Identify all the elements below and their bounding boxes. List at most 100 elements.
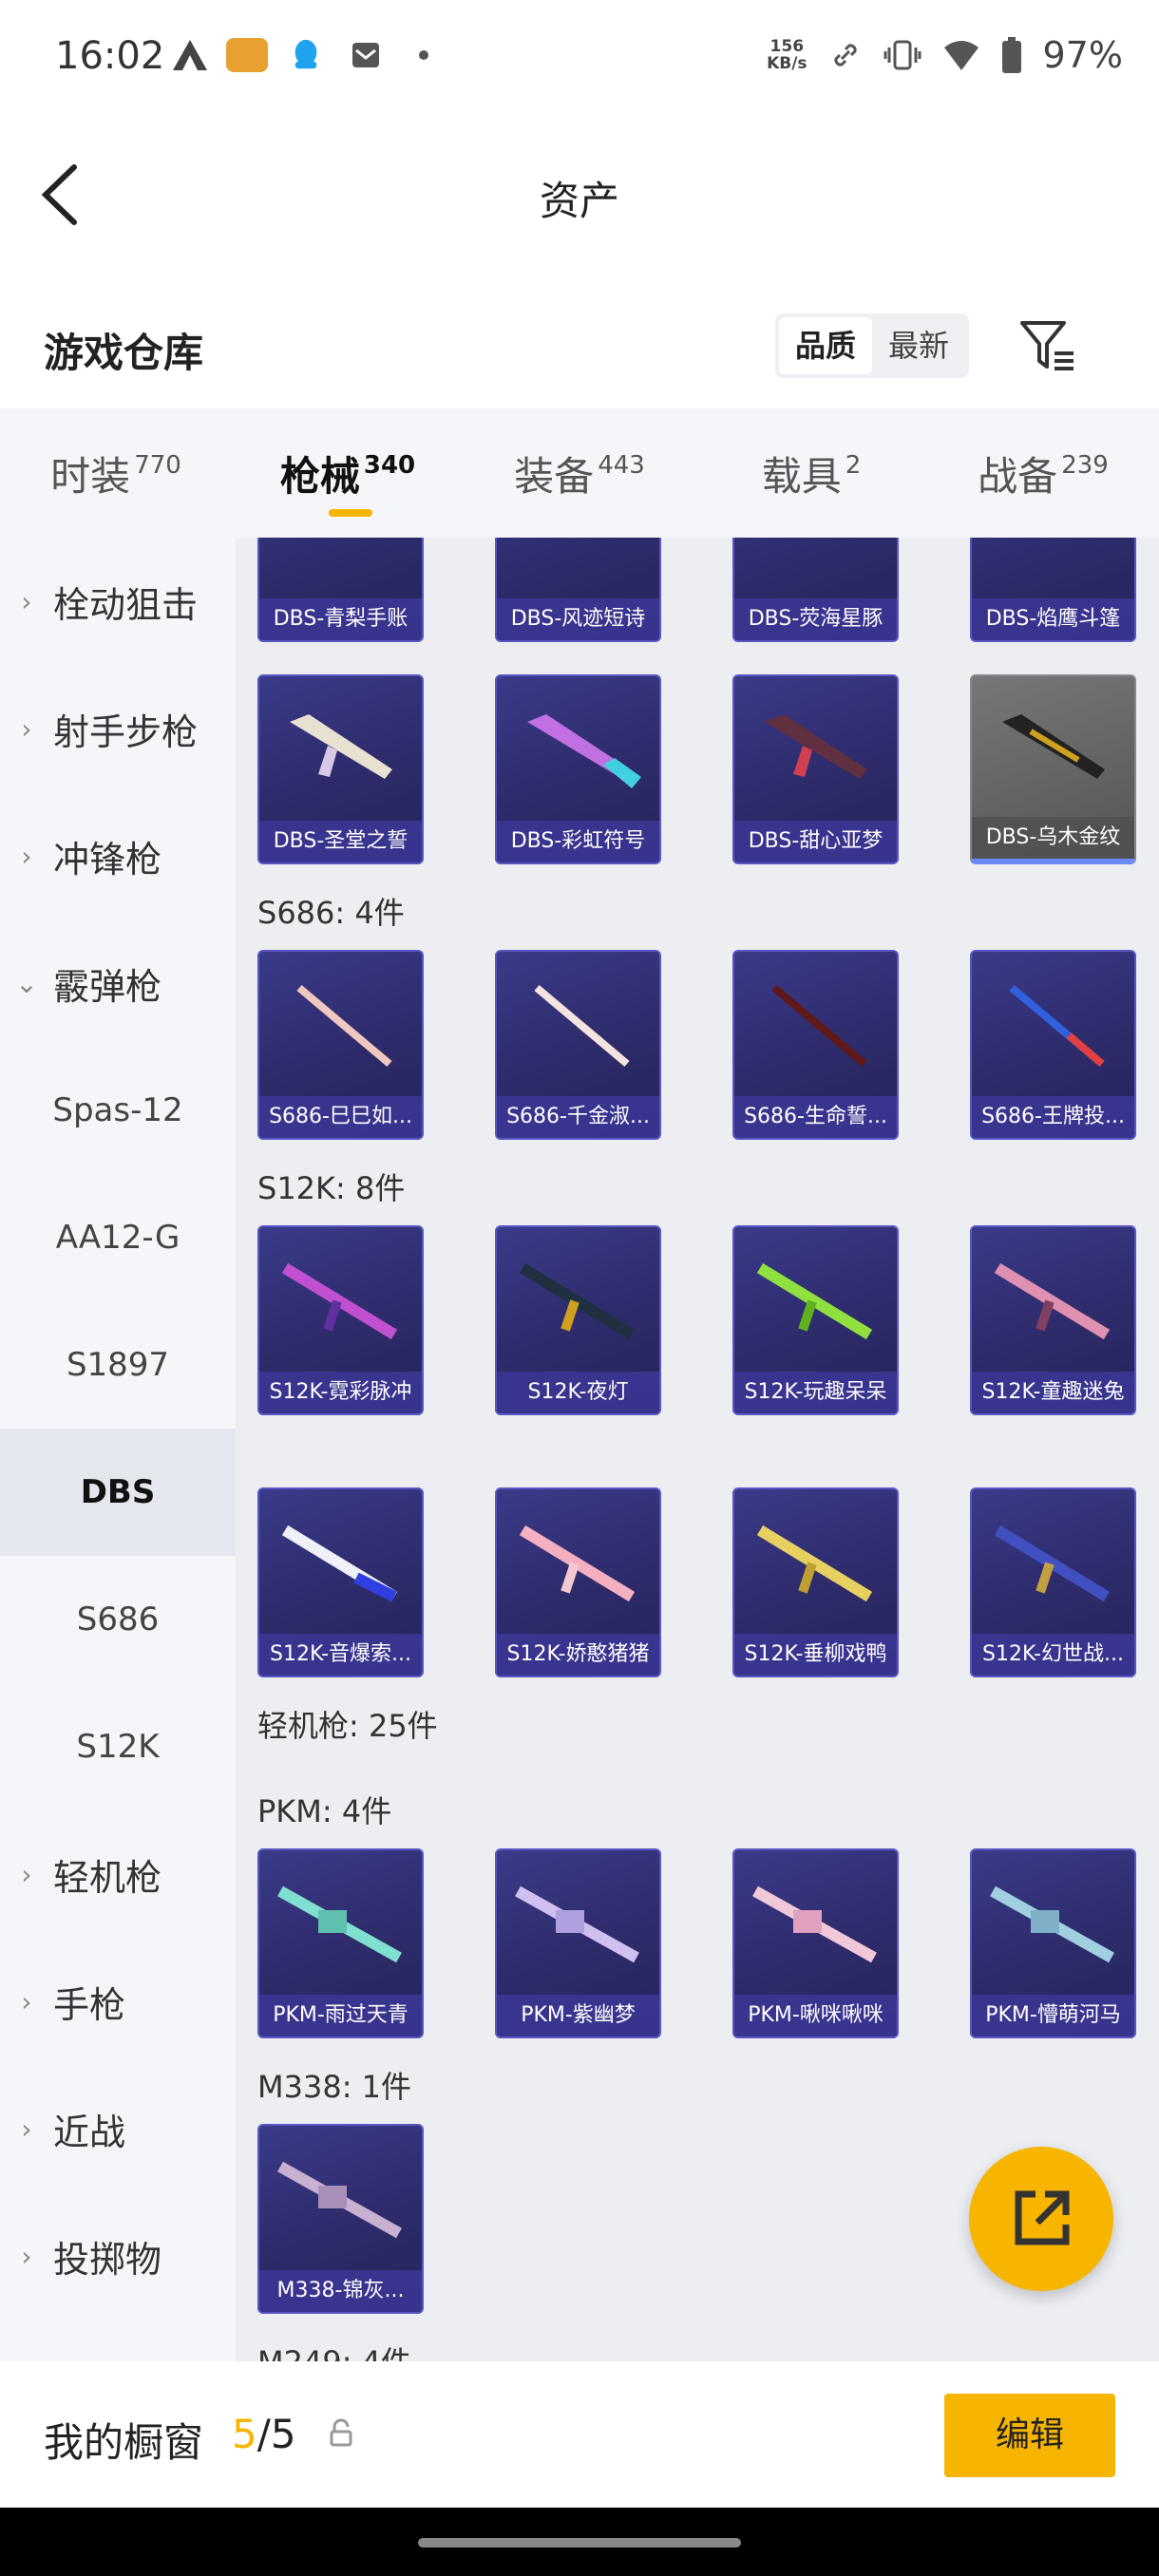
status-bar: 16:02 156 KB/s 97% (0, 0, 1159, 114)
weapon-card-label: DBS-风迹短诗 (497, 598, 659, 640)
sidebar-item-s686[interactable]: S686 (0, 1556, 236, 1683)
weapon-card[interactable]: DBS-圣堂之誓 (257, 674, 424, 864)
shotgun-icon (765, 714, 867, 779)
weapon-card-label: DBS-焰鹰斗篷 (972, 598, 1134, 640)
sidebar-item-s1897[interactable]: S1897 (0, 1301, 236, 1429)
sidebar-item-smg[interactable]: › 冲锋枪 (0, 792, 236, 919)
external-link-icon (1015, 2190, 1070, 2245)
weapon-card[interactable]: PKM-雨过天青 (257, 1848, 424, 2038)
weapon-card-label: S12K-垂柳戏鸭 (734, 1634, 897, 1676)
network-speed: 156 KB/s (767, 37, 808, 73)
weapon-card[interactable]: S12K-音爆索... (257, 1487, 424, 1677)
vibrate-icon (884, 40, 922, 70)
weapon-card[interactable]: M338-锦灰... (257, 2124, 424, 2314)
rifle-icon (756, 1262, 873, 1340)
mail-icon (352, 43, 379, 67)
weapon-card-label: S12K-夜灯 (497, 1372, 659, 1413)
sidebar-item-shotgun[interactable]: ⌄ 霰弹枪 (0, 919, 236, 1047)
sort-quality-button[interactable]: 品质 (779, 317, 872, 374)
weapon-card[interactable]: DBS-焰鹰斗篷 (970, 538, 1136, 642)
weapon-card[interactable]: S12K-幻世战... (970, 1487, 1136, 1677)
sort-latest-button[interactable]: 最新 (872, 317, 965, 374)
weapon-card[interactable]: PKM-啾咪啾咪 (732, 1848, 899, 2038)
section-title-m249: M249: 4件 (257, 2339, 411, 2361)
weapon-type-sidebar: › 栓动狙击 › 射手步枪 › 冲锋枪 ⌄ 霰弹枪 Spas-12 AA12-G S18… (0, 538, 236, 2361)
weapon-card-label: DBS-彩虹符号 (497, 821, 659, 862)
sidebar-item-lmg[interactable]: › 轻机枪 (0, 1810, 236, 1938)
machine-gun-icon (990, 1885, 1114, 1963)
section-title-m338: M338: 1件 (257, 2069, 412, 2105)
page-title: 资产 (539, 178, 619, 224)
rifle-icon (994, 1262, 1111, 1340)
sidebar-item-melee[interactable]: › 近战 (0, 2065, 236, 2192)
shotgun-icon (534, 984, 630, 1068)
sidebar-item-aa12g[interactable]: AA12-G (0, 1174, 236, 1301)
sidebar-item-spas12[interactable]: Spas-12 (0, 1047, 236, 1174)
weapon-card-label: S12K-玩趣呆呆 (734, 1372, 897, 1413)
sidebar-item-bolt-sniper[interactable]: › 栓动狙击 (0, 538, 236, 665)
sidebar-item-pistol[interactable]: › 手枪 (0, 1938, 236, 2065)
showcase-count: 5/5 (232, 2411, 296, 2457)
weapon-card[interactable]: DBS-风迹短诗 (495, 538, 661, 642)
home-indicator[interactable] (418, 2538, 741, 2548)
weapon-card[interactable]: DBS-甜心亚梦 (732, 674, 899, 864)
weapon-card-label: DBS-青梨手账 (259, 598, 422, 640)
weapon-card-label: PKM-紫幽梦 (497, 1995, 659, 2036)
weapon-card[interactable]: S12K-娇憨猪猪 (495, 1487, 661, 1677)
status-time: 16:02 (55, 34, 165, 78)
tab-equipment[interactable]: 装备 443 (464, 408, 695, 538)
weapon-card-label: S686-巳巳如... (259, 1096, 422, 1138)
weapon-card[interactable]: S12K-童趣迷兔 (970, 1225, 1136, 1415)
weapon-card[interactable]: PKM-懵萌河马 (970, 1848, 1136, 2038)
weapon-card[interactable]: DBS-彩虹符号 (495, 674, 661, 864)
weapon-card[interactable]: DBS-荧海星豚 (732, 538, 899, 642)
game-app-icon (226, 38, 268, 72)
active-tab-underline (329, 509, 372, 517)
weapon-card-label: S686-千金淑... (497, 1096, 659, 1138)
sort-toggle: 品质 最新 (775, 313, 969, 378)
tab-vehicles[interactable]: 载具 2 (695, 408, 927, 538)
chevron-right-icon: › (21, 1858, 32, 1890)
chevron-right-icon: › (21, 712, 32, 745)
chevron-right-icon: › (21, 2240, 32, 2272)
share-button[interactable] (969, 2147, 1113, 2291)
weapon-card[interactable]: S686-生命誓... (732, 950, 899, 1140)
showcase-bar: 我的橱窗 5/5 编辑 (0, 2361, 1159, 2508)
weapon-card-label: DBS-荧海星豚 (734, 598, 897, 640)
weapon-card[interactable]: S12K-玩趣呆呆 (732, 1225, 899, 1415)
weapon-card[interactable]: S686-巳巳如... (257, 950, 424, 1140)
weapon-card[interactable]: S12K-霓彩脉冲 (257, 1225, 424, 1415)
weapon-card-label: S686-王牌投... (972, 1096, 1134, 1138)
weapon-card[interactable]: S12K-垂柳戏鸭 (732, 1487, 899, 1677)
weapon-card[interactable]: DBS-青梨手账 (257, 538, 424, 642)
weapon-card[interactable]: S686-千金淑... (495, 950, 661, 1140)
sidebar-item-s12k[interactable]: S12K (0, 1683, 236, 1810)
sidebar-item-throwable[interactable]: › 投掷物 (0, 2192, 236, 2320)
filter-icon[interactable] (1016, 315, 1077, 376)
tab-fashion[interactable]: 时装 770 (0, 408, 232, 538)
rifle-icon (281, 1525, 398, 1602)
edit-button[interactable]: 编辑 (944, 2394, 1115, 2477)
weapon-card-label: S686-生命誓... (734, 1096, 897, 1138)
weapon-card[interactable]: PKM-紫幽梦 (495, 1848, 661, 2038)
weapon-card[interactable]: S12K-夜灯 (495, 1225, 661, 1415)
sidebar-item-marksman[interactable]: › 射手步枪 (0, 665, 236, 792)
tab-firearms[interactable]: 枪械 340 (232, 408, 464, 538)
rifle-icon (519, 1525, 636, 1602)
shotgun-icon (1002, 714, 1105, 779)
weapon-grid: DBS-青梨手账 DBS-风迹短诗 DBS-荧海星豚 DBS-焰鹰斗篷 DBS-… (236, 538, 1159, 2361)
sidebar-item-dbs[interactable]: DBS (0, 1429, 236, 1556)
rifle-icon (519, 1262, 636, 1340)
weapon-card[interactable]: S686-王牌投... (970, 950, 1136, 1140)
tab-supplies[interactable]: 战备 239 (927, 408, 1159, 538)
section-title-s12k: S12K: 8件 (257, 1170, 406, 1206)
header: 资产 (0, 114, 1159, 275)
shotgun-icon (771, 984, 867, 1068)
warehouse-title: 游戏仓库 (44, 330, 204, 376)
rifle-icon (281, 1262, 398, 1340)
weapon-card-label: S12K-娇憨猪猪 (497, 1634, 659, 1676)
weapon-card[interactable]: DBS-乌木金纹 (970, 674, 1136, 864)
category-tabs: 时装 770 枪械 340 装备 443 载具 2 战备 239 (0, 408, 1159, 538)
weapon-card-label: PKM-雨过天青 (259, 1995, 422, 2036)
showcase-title: 我的橱窗 (44, 2419, 204, 2466)
